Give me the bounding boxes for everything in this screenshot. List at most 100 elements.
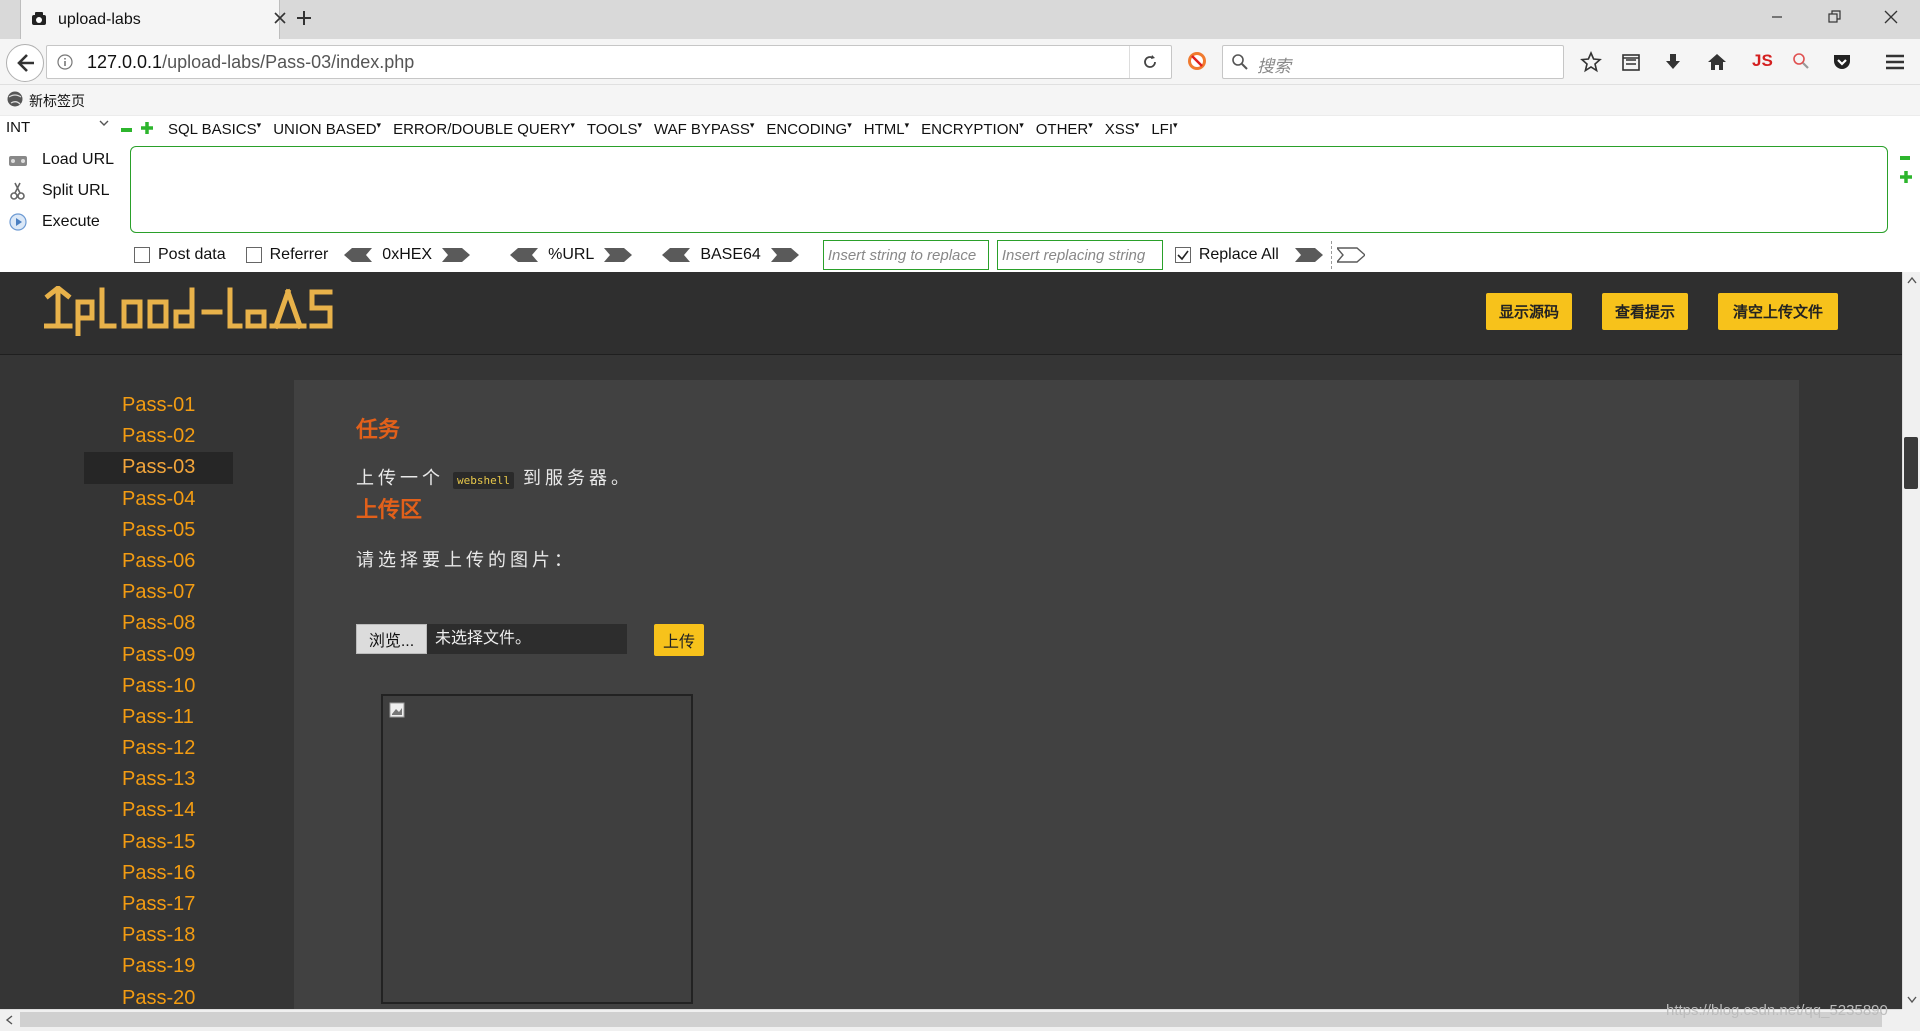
nav-pass-05[interactable]: Pass-05: [84, 515, 233, 546]
split-url-label: Split URL: [42, 182, 110, 199]
hackbar-options-row: Post data Referrer 0xHEX %URL BASE64 Ins…: [134, 240, 1365, 270]
scroll-down-icon[interactable]: [1907, 996, 1917, 1004]
upload-button[interactable]: 上传: [654, 624, 704, 656]
main-content: 任务 上传一个 webshell 到服务器。 上传区 请选择要上传的图片： 浏览…: [294, 380, 1799, 1009]
nav-pass-11[interactable]: Pass-11: [84, 702, 233, 733]
watermark: https://blog.csdn.net/qq_5235890: [1666, 1002, 1888, 1019]
execute-label: Execute: [42, 213, 100, 230]
show-source-button[interactable]: 显示源码: [1486, 293, 1572, 330]
vertical-scroll-thumb[interactable]: [1904, 437, 1918, 489]
nav-pass-02[interactable]: Pass-02: [84, 421, 233, 452]
nav-pass-15[interactable]: Pass-15: [84, 827, 233, 858]
scroll-up-icon[interactable]: [1907, 276, 1917, 284]
task-title: 任务: [356, 417, 401, 442]
file-input[interactable]: 浏览... 未选择文件。: [356, 624, 627, 654]
back-button[interactable]: [6, 44, 44, 82]
replace-to-input[interactable]: Insert replacing string: [996, 240, 1163, 270]
replace-from-input[interactable]: Insert string to replace: [822, 240, 989, 270]
replace-outline-arrow-icon[interactable]: [1336, 247, 1365, 263]
nav-pass-07[interactable]: Pass-07: [84, 577, 233, 608]
menu-tools[interactable]: TOOLS▾: [587, 120, 642, 138]
replace-all-checkbox[interactable]: [1174, 247, 1191, 263]
menu-error-double-query[interactable]: ERROR/DOUBLE QUERY▾: [393, 120, 575, 138]
hackbar-minus-icon[interactable]: [1900, 154, 1912, 162]
search-icon: [1231, 53, 1249, 71]
plus-icon[interactable]: [141, 122, 153, 134]
nav-pass-12[interactable]: Pass-12: [84, 733, 233, 764]
info-icon[interactable]: [57, 54, 73, 70]
upload-labs-logo: [44, 286, 334, 336]
menu-other[interactable]: OTHER▾: [1036, 120, 1093, 138]
hackbar-plus-icon[interactable]: [1900, 171, 1912, 183]
nav-pass-17[interactable]: Pass-17: [84, 889, 233, 920]
execute-button[interactable]: Execute: [8, 212, 100, 232]
load-url-button[interactable]: Load URL: [8, 150, 114, 170]
nav-pass-16[interactable]: Pass-16: [84, 858, 233, 889]
horizontal-scroll-thumb[interactable]: [20, 1012, 1882, 1027]
menu-hamburger-icon[interactable]: [1884, 51, 1906, 73]
menu-sql-basics[interactable]: SQL BASICS▾: [168, 120, 261, 138]
close-window-icon[interactable]: [1882, 8, 1900, 26]
adblock-icon[interactable]: [1186, 50, 1208, 72]
hex-encode-arrow-icon[interactable]: [442, 247, 471, 263]
search-box[interactable]: 搜索: [1222, 45, 1564, 79]
close-tab-icon[interactable]: [272, 10, 288, 26]
menu-lfi[interactable]: LFI▾: [1151, 120, 1177, 138]
pass-nav: Pass-01 Pass-02 Pass-03 Pass-04 Pass-05 …: [84, 390, 233, 1009]
pocket-icon[interactable]: [1831, 51, 1853, 73]
bookmark-star-icon[interactable]: [1580, 51, 1602, 73]
url-encode-arrow-icon[interactable]: [604, 247, 633, 263]
search-extension-icon[interactable]: [1791, 51, 1811, 71]
nav-pass-14[interactable]: Pass-14: [84, 795, 233, 826]
menu-encoding[interactable]: ENCODING▾: [766, 120, 851, 138]
referrer-checkbox[interactable]: [245, 247, 262, 263]
nav-pass-10[interactable]: Pass-10: [84, 671, 233, 702]
nav-pass-01[interactable]: Pass-01: [84, 390, 233, 421]
restore-icon[interactable]: [1825, 8, 1843, 26]
base64-encode-arrow-icon[interactable]: [770, 247, 799, 263]
minus-icon[interactable]: [121, 126, 133, 134]
int-select[interactable]: INT: [6, 119, 110, 141]
scroll-left-icon[interactable]: [5, 1015, 13, 1025]
nav-pass-13[interactable]: Pass-13: [84, 764, 233, 795]
bookmarks-toolbar: 新标签页: [0, 85, 1920, 115]
nav-pass-20[interactable]: Pass-20: [84, 983, 233, 1009]
hackbar-url-textarea[interactable]: [130, 146, 1888, 233]
clear-uploads-button[interactable]: 清空上传文件: [1718, 293, 1838, 330]
broken-image-icon: [389, 702, 405, 718]
minimize-icon[interactable]: [1768, 8, 1786, 26]
new-tab-icon[interactable]: [295, 9, 313, 27]
split-url-button[interactable]: Split URL: [8, 181, 110, 201]
bookmark-new-tab[interactable]: 新标签页: [29, 91, 85, 111]
home-icon[interactable]: [1706, 51, 1728, 73]
menu-encryption[interactable]: ENCRYPTION▾: [921, 120, 1024, 138]
back-arrow-icon: [17, 54, 34, 72]
vertical-scrollbar[interactable]: [1902, 272, 1920, 1009]
replace-arrow-icon[interactable]: [1294, 247, 1323, 263]
upload-title: 上传区: [356, 497, 423, 522]
web-page: 显示源码 查看提示 清空上传文件 Pass-01 Pass-02 Pass-03…: [0, 272, 1902, 1009]
url-bar[interactable]: 127.0.0.1/upload-labs/Pass-03/index.php: [46, 45, 1172, 79]
view-hint-button[interactable]: 查看提示: [1602, 293, 1688, 330]
menu-union-based[interactable]: UNION BASED▾: [273, 120, 381, 138]
nav-pass-06[interactable]: Pass-06: [84, 546, 233, 577]
nav-pass-03[interactable]: Pass-03: [84, 452, 233, 484]
hex-decode-arrow-icon[interactable]: [344, 247, 373, 263]
reading-list-icon[interactable]: [1620, 51, 1642, 73]
menu-html[interactable]: HTML▾: [864, 120, 909, 138]
menu-waf-bypass[interactable]: WAF BYPASS▾: [654, 120, 754, 138]
url-decode-arrow-icon[interactable]: [510, 247, 539, 263]
menu-xss[interactable]: XSS▾: [1105, 120, 1140, 138]
browse-button[interactable]: 浏览...: [356, 624, 427, 654]
reload-icon[interactable]: [1141, 53, 1159, 71]
nav-pass-19[interactable]: Pass-19: [84, 951, 233, 982]
post-data-checkbox[interactable]: [134, 247, 150, 263]
base64-decode-arrow-icon[interactable]: [662, 247, 691, 263]
nav-pass-08[interactable]: Pass-08: [84, 608, 233, 639]
js-toggle-icon[interactable]: JS: [1752, 51, 1773, 71]
download-icon[interactable]: [1662, 51, 1684, 73]
tab-upload-labs[interactable]: upload-labs: [20, 0, 286, 39]
nav-pass-04[interactable]: Pass-04: [84, 484, 233, 515]
nav-pass-09[interactable]: Pass-09: [84, 640, 233, 671]
nav-pass-18[interactable]: Pass-18: [84, 920, 233, 951]
